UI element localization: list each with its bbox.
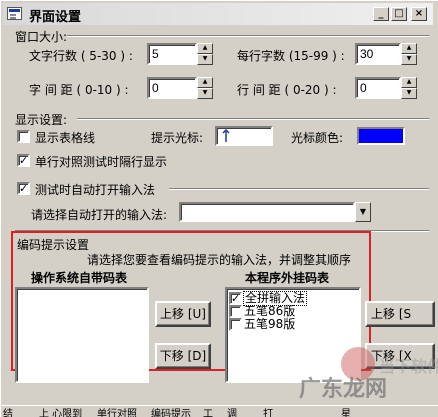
window-size-title: 窗口大小: <box>15 30 68 44</box>
settings-window: 界面设置 _ □ × 窗口大小: 文字行数 ( 5-30 ) : 5 ▲ ▼ 每行… <box>0 0 438 417</box>
bottom-tab-6[interactable]: 调 <box>227 405 237 417</box>
os-list-title: 操作系统自带码表 <box>31 271 128 285</box>
bottom-tab-2[interactable]: 上 心限到 <box>39 405 82 417</box>
item-checkbox[interactable]: ✓ <box>229 292 242 305</box>
cursor-color-swatch[interactable] <box>357 127 405 145</box>
line-spacing-input[interactable]: 0 <box>355 77 401 99</box>
window-size-divider <box>67 35 429 37</box>
move-up-button[interactable]: 上移 [U] <box>155 301 211 327</box>
spin-up-icon[interactable]: ▲ <box>197 43 213 54</box>
spin-down-icon[interactable]: ▼ <box>401 88 417 99</box>
line-spacing-spinner[interactable]: ▲ ▼ <box>401 77 417 99</box>
app-icon <box>7 7 22 20</box>
watermark-line1: 当下软件园 <box>379 357 438 376</box>
dropdown-arrow-icon[interactable]: ▼ <box>355 202 371 222</box>
encoding-instruction: 请选择您要查看编码提示的输入法，并调整其顺序 <box>87 253 352 267</box>
plugin-list-title: 本程序外挂码表 <box>245 271 330 285</box>
chars-per-row-label: 每行字数 (15-99 ) : <box>237 49 345 63</box>
move-down-button[interactable]: 下移 [D] <box>155 343 211 369</box>
item-checkbox[interactable] <box>229 305 242 318</box>
chars-per-row-input[interactable]: 30 <box>355 43 401 65</box>
text-cursor-icon <box>222 128 230 142</box>
minimize-button[interactable]: _ <box>373 7 389 21</box>
line-spacing-label: 行 间 距 ( 0-20 ) : <box>237 83 337 97</box>
alternate-row-label[interactable]: 单行对照测试时隔行显示 <box>35 153 167 170</box>
watermark-line2: 广东龙网 <box>299 377 388 402</box>
display-settings-title: 显示设置: <box>15 113 68 127</box>
item-checkbox[interactable] <box>229 318 242 331</box>
auto-open-ime-label[interactable]: 测试时自动打开输入法 <box>35 181 155 198</box>
encoding-title: 编码提示设置 <box>17 238 90 252</box>
char-spacing-input[interactable]: 0 <box>147 77 197 99</box>
display-settings-divider <box>77 118 429 120</box>
maximize-button[interactable]: □ <box>391 7 407 21</box>
bottom-tab-1[interactable]: 结 <box>3 405 13 417</box>
show-gridlines-checkbox[interactable] <box>17 130 30 143</box>
spin-up-icon[interactable]: ▲ <box>401 43 417 54</box>
cursor-hint-label: 提示光标: <box>151 131 204 145</box>
text-rows-spinner[interactable]: ▲ ▼ <box>197 43 213 65</box>
spin-down-icon[interactable]: ▼ <box>197 54 213 65</box>
char-spacing-spinner[interactable]: ▲ ▼ <box>197 77 213 99</box>
close-button[interactable]: × <box>411 7 427 21</box>
window-title: 界面设置 <box>29 10 82 25</box>
select-ime-label: 请选择自动打开的输入法: <box>31 208 168 222</box>
bottom-tab-8[interactable]: 星 <box>341 405 351 417</box>
char-spacing-label: 字 间 距 ( 0-10 ) : <box>29 83 129 97</box>
bottom-tab-5[interactable]: 工 <box>203 405 213 417</box>
bottom-tab-3[interactable]: 单行对照 <box>97 405 137 417</box>
select-ime-dropdown[interactable] <box>179 202 355 222</box>
cursor-hint-preview[interactable] <box>215 126 273 146</box>
show-gridlines-label[interactable]: 显示表格线 <box>35 129 95 146</box>
move-up-right-button[interactable]: 上移 [S <box>365 301 435 327</box>
item-label: 五笔98版 <box>244 317 296 331</box>
bottom-tab-4[interactable]: 编码提示 <box>151 405 191 417</box>
plugin-codebook-list[interactable]: ✓ 全拼输入法 五笔86版 五笔98版 <box>225 287 361 383</box>
text-rows-input[interactable]: 5 <box>147 43 197 65</box>
spin-up-icon[interactable]: ▲ <box>197 77 213 88</box>
bottom-tab-7[interactable]: 打 <box>263 405 273 417</box>
spin-down-icon[interactable]: ▼ <box>401 54 417 65</box>
os-codebook-list[interactable] <box>15 287 149 383</box>
alternate-row-checkbox[interactable]: ✓ <box>17 154 30 167</box>
spin-up-icon[interactable]: ▲ <box>401 77 417 88</box>
spin-down-icon[interactable]: ▼ <box>197 88 213 99</box>
chars-per-row-spinner[interactable]: ▲ ▼ <box>401 43 417 65</box>
auto-open-ime-checkbox[interactable]: ✓ <box>17 182 30 195</box>
text-rows-label: 文字行数 ( 5-30 ) : <box>29 49 133 63</box>
cursor-color-label: 光标颜色: <box>291 131 344 145</box>
ime-divider <box>169 188 429 190</box>
